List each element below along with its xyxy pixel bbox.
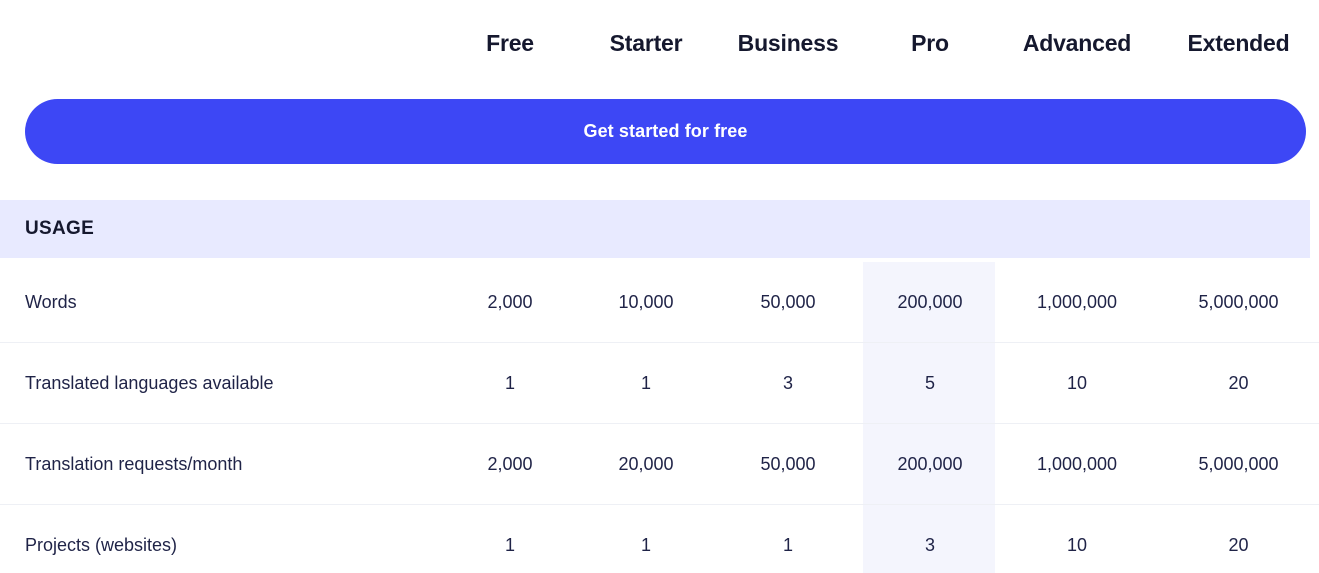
section-header-usage: USAGE [0, 200, 1310, 258]
plan-header-extended: Extended [1187, 29, 1290, 56]
cell-pro: 3 [924, 535, 935, 555]
cell-extended: 5,000,000 [1198, 291, 1279, 312]
cell-advanced: 1,000,000 [1036, 291, 1118, 312]
cell-starter: 10,000 [618, 291, 674, 312]
plan-header-pro: Pro [911, 29, 949, 56]
feature-rows: Words 2,000 10,000 50,000 200,000 1,000,… [0, 262, 1319, 573]
plan-header-free: Free [486, 29, 534, 56]
cell-business: 1 [782, 535, 793, 555]
cell-free: 1 [504, 372, 515, 393]
cell-extended: 5,000,000 [1198, 453, 1279, 474]
cell-pro: 5 [924, 372, 935, 393]
table-row: Words 2,000 10,000 50,000 200,000 1,000,… [0, 262, 1319, 343]
feature-label: Translated languages available [25, 372, 274, 393]
cell-advanced: 10 [1066, 372, 1088, 393]
feature-label: Words [25, 291, 77, 312]
cell-pro: 200,000 [897, 291, 963, 312]
cell-free: 2,000 [487, 291, 533, 312]
cell-free: 1 [504, 535, 515, 555]
cell-business: 50,000 [760, 291, 816, 312]
plan-header-row: Free Starter Business Pro Advanced Exten… [0, 0, 1319, 86]
cell-advanced: 10 [1066, 535, 1088, 555]
plan-header-starter: Starter [609, 29, 683, 56]
cell-pro: 200,000 [897, 453, 963, 474]
plan-header-business: Business [737, 29, 839, 56]
plan-header-spacer [0, 0, 440, 86]
cell-free: 2,000 [487, 453, 533, 474]
table-row: Translated languages available 1 1 3 5 1… [0, 343, 1319, 424]
cell-extended: 20 [1228, 372, 1249, 393]
cell-business: 50,000 [760, 453, 816, 474]
cell-starter: 1 [640, 372, 651, 393]
cell-starter: 1 [640, 535, 651, 555]
feature-label: Projects (websites) [25, 535, 178, 555]
table-row: Translation requests/month 2,000 20,000 … [0, 424, 1319, 505]
cell-business: 3 [782, 372, 793, 393]
section-title: USAGE [25, 218, 95, 239]
get-started-for-free-button[interactable]: Get started for free [25, 99, 1306, 164]
pricing-comparison-table: Free Starter Business Pro Advanced Exten… [0, 0, 1319, 573]
cell-advanced: 1,000,000 [1036, 453, 1118, 474]
cell-starter: 20,000 [618, 453, 674, 474]
plan-header-advanced: Advanced [1022, 29, 1132, 56]
feature-label: Translation requests/month [25, 453, 243, 474]
table-row: Projects (websites) 1 1 1 3 10 20 [0, 505, 1319, 573]
cta-container: Get started for free [25, 99, 1306, 164]
cell-extended: 20 [1228, 535, 1249, 555]
